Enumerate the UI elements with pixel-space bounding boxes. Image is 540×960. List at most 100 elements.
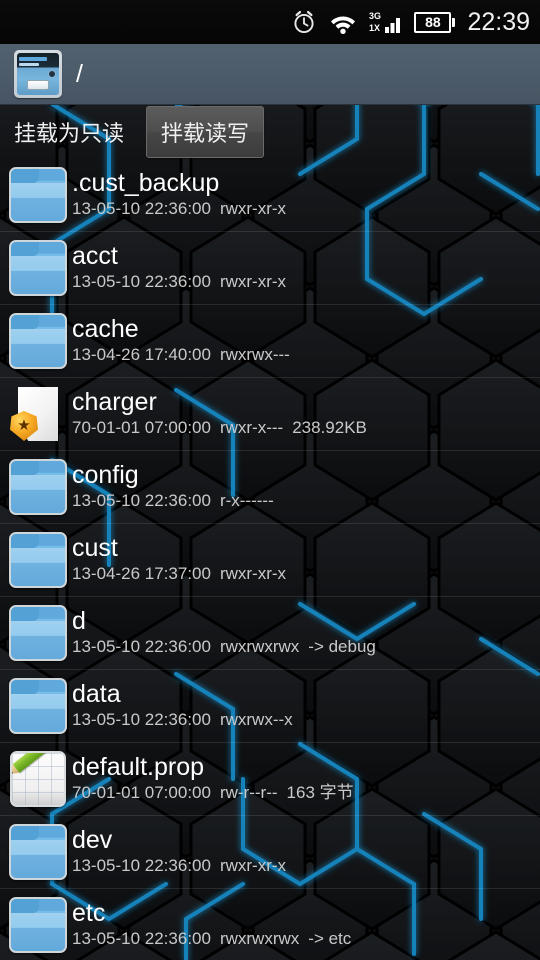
file-item-permissions: rwxr-x--- — [219, 417, 284, 437]
file-item-details: 13-05-10 22:36:00 rwxr-xr-x — [72, 198, 540, 220]
status-bar-clock: 22:39 — [467, 7, 530, 36]
file-item-icon — [4, 451, 72, 524]
file-list-item[interactable]: acct 13-05-10 22:36:00 rwxr-xr-x — [0, 232, 540, 305]
notepad-pencil-icon — [10, 751, 66, 807]
svg-text:3G: 3G — [369, 11, 381, 21]
file-item-icon — [4, 159, 72, 232]
battery-level-label: 88 — [425, 14, 441, 30]
file-list-item[interactable]: dev 13-05-10 22:36:00 rwxr-xr-x — [0, 816, 540, 889]
file-item-date: 13-05-10 22:36:00 — [72, 490, 211, 510]
file-list-item[interactable]: .cust_backup 13-05-10 22:36:00 rwxr-xr-x — [0, 159, 540, 232]
file-item-details: 13-04-26 17:37:00 rwxr-xr-x — [72, 563, 540, 585]
folder-icon-tab — [11, 607, 40, 621]
folder-icon-gloss — [11, 255, 65, 272]
folder-icon — [9, 678, 67, 734]
current-path-label: / — [76, 59, 83, 88]
folder-icon — [9, 824, 67, 880]
file-list-item[interactable]: data 13-05-10 22:36:00 rwxrwx--x — [0, 670, 540, 743]
folder-icon-gloss — [11, 547, 65, 564]
file-item-icon — [4, 889, 72, 960]
svg-text:1X: 1X — [369, 23, 380, 33]
folder-icon-gloss — [11, 328, 65, 345]
folder-icon — [9, 897, 67, 953]
file-item-permissions: rwxr-xr-x — [219, 855, 287, 875]
file-item-details: 13-05-10 22:36:00 rwxrwx--x — [72, 709, 540, 731]
file-item-icon — [4, 524, 72, 597]
file-list-item[interactable]: config 13-05-10 22:36:00 r-x------ — [0, 451, 540, 524]
wifi-icon — [328, 9, 358, 35]
mount-read-only-button[interactable]: 挂载为只读 — [0, 107, 138, 157]
folder-icon — [9, 532, 67, 588]
file-item-name: acct — [72, 241, 118, 270]
file-list-item[interactable]: etc 13-05-10 22:36:00 rwxrwxrwx -> etc — [0, 889, 540, 960]
file-item-extra: -> etc — [308, 928, 352, 948]
file-item-details: 70-01-01 07:00:00 rwxr-x--- 238.92KB — [72, 417, 540, 439]
file-item-date: 13-05-10 22:36:00 — [72, 709, 211, 729]
file-item-date: 13-04-26 17:37:00 — [72, 563, 211, 583]
folder-icon-tab — [11, 680, 40, 694]
file-item-extra: 238.92KB — [292, 417, 367, 437]
mount-read-write-button[interactable]: 拌载读写 — [146, 106, 265, 158]
file-list-item[interactable]: d 13-05-10 22:36:00 rwxrwxrwx -> debug — [0, 597, 540, 670]
file-cabinet-icon[interactable] — [14, 50, 62, 98]
file-item-name: cust — [72, 533, 118, 562]
file-item-name: charger — [72, 387, 157, 416]
file-item-details: 70-01-01 07:00:00 rw-r--r-- 163 字节 — [72, 782, 540, 804]
file-item-details: 13-05-10 22:36:00 rwxrwxrwx -> etc — [72, 928, 540, 950]
folder-icon — [9, 605, 67, 661]
file-item-extra: -> debug — [308, 636, 376, 656]
file-item-icon — [4, 305, 72, 378]
file-item-details: 13-05-10 22:36:00 rwxr-xr-x — [72, 271, 540, 293]
file-item-permissions: rwxr-xr-x — [219, 271, 287, 291]
file-item-name: data — [72, 679, 121, 708]
folder-icon-tab — [11, 461, 40, 475]
file-item-icon — [4, 743, 72, 816]
file-item-date: 13-05-10 22:36:00 — [72, 855, 211, 875]
file-list-item[interactable]: default.prop 70-01-01 07:00:00 rw-r--r-- 16… — [0, 743, 540, 816]
file-cabinet-icon-line1 — [19, 57, 47, 61]
file-item-meta: d 13-05-10 22:36:00 rwxrwxrwx -> debug — [72, 607, 540, 660]
file-item-date: 13-05-10 22:36:00 — [72, 636, 211, 656]
file-item-meta: cust 13-04-26 17:37:00 rwxr-xr-x — [72, 534, 540, 587]
folder-icon — [9, 313, 67, 369]
file-list-item[interactable]: cache 13-04-26 17:40:00 rwxrwx--- — [0, 305, 540, 378]
battery-icon: 88 — [414, 11, 456, 33]
file-item-icon — [4, 670, 72, 743]
folder-icon-tab — [11, 534, 40, 548]
file-item-icon — [4, 597, 72, 670]
file-item-name: d — [72, 606, 86, 635]
file-item-permissions: rwxrwxrwx — [219, 636, 300, 656]
file-item-name: cache — [72, 314, 139, 343]
phone-screen: 3G 1X 88 22:39 / 挂载为只读 拌载读写 .cust_backup… — [0, 0, 540, 960]
file-list-item[interactable]: cust 13-04-26 17:37:00 rwxr-xr-x — [0, 524, 540, 597]
folder-icon — [9, 167, 67, 223]
file-item-details: 13-05-10 22:36:00 rwxrwxrwx -> debug — [72, 636, 540, 658]
file-item-permissions: rwxr-xr-x — [219, 563, 287, 583]
file-item-name: config — [72, 460, 139, 489]
file-list[interactable]: .cust_backup 13-05-10 22:36:00 rwxr-xr-x ac… — [0, 159, 540, 960]
folder-icon — [9, 240, 67, 296]
file-item-extra: 163 字节 — [286, 782, 354, 802]
status-bar[interactable]: 3G 1X 88 22:39 — [0, 0, 540, 44]
file-item-permissions: rwxr-xr-x — [219, 198, 287, 218]
file-item-permissions: rw-r--r-- — [219, 782, 278, 802]
file-item-icon: ★ — [4, 378, 72, 451]
folder-icon-gloss — [11, 182, 65, 199]
folder-icon-gloss — [11, 912, 65, 929]
folder-icon-tab — [11, 899, 40, 913]
file-item-permissions: rwxrwxrwx — [219, 928, 300, 948]
file-item-date: 13-05-10 22:36:00 — [72, 928, 211, 948]
folder-icon-tab — [11, 169, 40, 183]
file-list-item[interactable]: ★ charger 70-01-01 07:00:00 rwxr-x--- 238.92… — [0, 378, 540, 451]
file-item-details: 13-05-10 22:36:00 rwxr-xr-x — [72, 855, 540, 877]
file-item-icon — [4, 232, 72, 305]
file-item-meta: default.prop 70-01-01 07:00:00 rw-r--r-- 16… — [72, 753, 540, 806]
folder-icon-tab — [11, 826, 40, 840]
file-item-date: 70-01-01 07:00:00 — [72, 417, 211, 437]
folder-icon-tab — [11, 315, 40, 329]
file-item-permissions: r-x------ — [219, 490, 274, 510]
file-item-meta: etc 13-05-10 22:36:00 rwxrwxrwx -> etc — [72, 899, 540, 952]
folder-icon-tab — [11, 242, 40, 256]
file-item-name: dev — [72, 825, 113, 854]
file-item-icon — [4, 816, 72, 889]
